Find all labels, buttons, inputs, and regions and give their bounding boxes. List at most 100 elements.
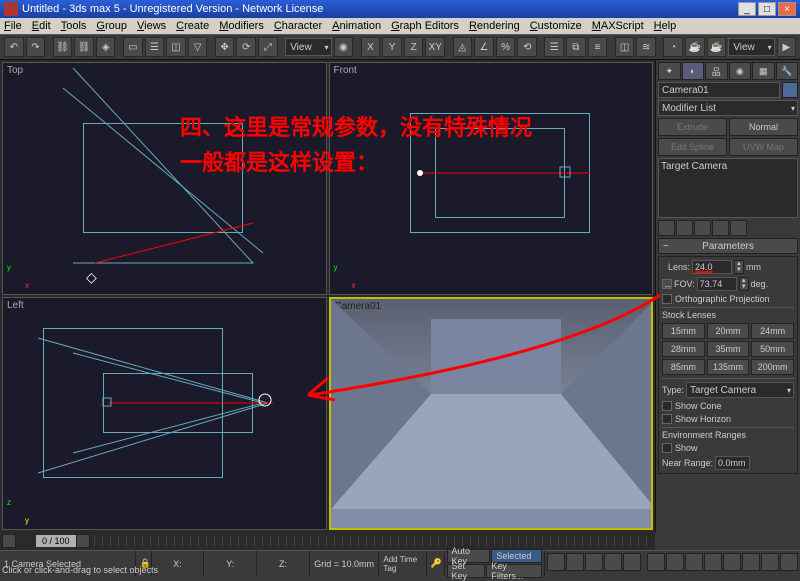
time-next-button[interactable] bbox=[76, 534, 90, 548]
menu-edit[interactable]: Edit bbox=[32, 20, 51, 32]
time-track[interactable] bbox=[94, 536, 651, 546]
render-last-button[interactable]: ▶ bbox=[777, 37, 797, 57]
percent-snap-button[interactable]: % bbox=[496, 37, 516, 57]
material-button[interactable]: ◔ bbox=[663, 37, 683, 57]
tab-create[interactable]: ✦ bbox=[658, 62, 681, 80]
menu-file[interactable]: File bbox=[4, 20, 22, 32]
ref-coord-dropdown[interactable]: View bbox=[285, 38, 331, 56]
x-coord[interactable]: X: bbox=[152, 551, 205, 576]
tab-modify[interactable]: ◐ bbox=[682, 62, 705, 80]
menu-help[interactable]: Help bbox=[654, 20, 677, 32]
menu-character[interactable]: Character bbox=[274, 20, 322, 32]
show-cone-checkbox[interactable]: Show Cone bbox=[662, 401, 794, 411]
z-coord[interactable]: Z: bbox=[257, 551, 310, 576]
tab-utilities[interactable]: 🔧 bbox=[776, 62, 799, 80]
region-zoom-button[interactable] bbox=[780, 553, 798, 571]
select-name-button[interactable]: ☰ bbox=[145, 37, 165, 57]
filter-button[interactable]: ▽ bbox=[188, 37, 208, 57]
object-name-field[interactable]: Camera01 bbox=[658, 82, 780, 98]
viewport-front[interactable]: Front y x bbox=[329, 62, 654, 295]
parameters-rollout-header[interactable]: −Parameters bbox=[658, 238, 798, 254]
min-max-button[interactable] bbox=[761, 553, 779, 571]
zoom-extents-button[interactable] bbox=[723, 553, 741, 571]
stack-item[interactable]: Target Camera bbox=[661, 161, 727, 172]
restrict-y-button[interactable]: Y bbox=[382, 37, 402, 57]
render-type-dropdown[interactable]: View bbox=[728, 38, 774, 56]
time-prev-button[interactable] bbox=[2, 534, 16, 548]
menu-customize[interactable]: Customize bbox=[530, 20, 582, 32]
quick-render-button[interactable]: ☕ bbox=[707, 37, 727, 57]
mirror-button[interactable]: ⧉ bbox=[566, 37, 586, 57]
lens-50-button[interactable]: 50mm bbox=[751, 341, 794, 357]
viewport-camera[interactable]: Camera01 bbox=[329, 297, 654, 530]
restrict-x-button[interactable]: X bbox=[361, 37, 381, 57]
link-button[interactable]: ⛓ bbox=[53, 37, 73, 57]
add-time-tag[interactable]: Add Time Tag bbox=[379, 551, 426, 576]
next-frame-button[interactable] bbox=[604, 553, 622, 571]
remove-mod-button[interactable] bbox=[712, 220, 729, 236]
menu-maxscript[interactable]: MAXScript bbox=[592, 20, 644, 32]
spinner-snap-button[interactable]: ⟲ bbox=[517, 37, 537, 57]
select-region-button[interactable]: ◫ bbox=[166, 37, 186, 57]
lens-24-button[interactable]: 24mm bbox=[751, 323, 794, 339]
align-button[interactable]: ≡ bbox=[588, 37, 608, 57]
zoom-all-button[interactable] bbox=[704, 553, 722, 571]
lens-20-button[interactable]: 20mm bbox=[707, 323, 750, 339]
pan-button[interactable] bbox=[647, 553, 665, 571]
modifier-list-dropdown[interactable]: Modifier List bbox=[658, 100, 798, 116]
restrict-z-button[interactable]: Z bbox=[404, 37, 424, 57]
modifier-stack[interactable]: Target Camera bbox=[658, 158, 798, 218]
lens-35-button[interactable]: 35mm bbox=[707, 341, 750, 357]
restrict-xy-button[interactable]: XY bbox=[425, 37, 445, 57]
render-scene-button[interactable]: ☕ bbox=[685, 37, 705, 57]
object-color-swatch[interactable] bbox=[782, 82, 798, 98]
key-icon[interactable]: 🔑 bbox=[427, 551, 445, 576]
snap-button[interactable]: ◬ bbox=[453, 37, 473, 57]
pin-stack-button[interactable] bbox=[658, 220, 675, 236]
tab-display[interactable]: ▦ bbox=[752, 62, 775, 80]
make-unique-button[interactable] bbox=[694, 220, 711, 236]
named-sel-button[interactable]: ☰ bbox=[544, 37, 564, 57]
angle-snap-button[interactable]: ∠ bbox=[474, 37, 494, 57]
goto-end-button[interactable] bbox=[623, 553, 641, 571]
near-range-spinner[interactable]: 0.0mm bbox=[715, 456, 750, 470]
menu-views[interactable]: Views bbox=[137, 20, 166, 32]
field-of-view-button[interactable] bbox=[742, 553, 760, 571]
menu-rendering[interactable]: Rendering bbox=[469, 20, 520, 32]
close-button[interactable]: × bbox=[778, 2, 796, 16]
edit-spline-button[interactable]: Edit Spline bbox=[658, 138, 727, 156]
prev-frame-button[interactable] bbox=[566, 553, 584, 571]
undo-button[interactable]: ↶ bbox=[4, 37, 24, 57]
lens-28-button[interactable]: 28mm bbox=[662, 341, 705, 357]
time-slider[interactable]: 0 / 100 bbox=[0, 532, 655, 550]
unlink-button[interactable]: ⛓ bbox=[74, 37, 94, 57]
menu-modifiers[interactable]: Modifiers bbox=[219, 20, 264, 32]
zoom-button[interactable] bbox=[685, 553, 703, 571]
lens-spin-buttons[interactable]: ▲▼ bbox=[734, 260, 744, 274]
menu-grapheditors[interactable]: Graph Editors bbox=[391, 20, 459, 32]
configure-button[interactable] bbox=[730, 220, 747, 236]
show-horizon-checkbox[interactable]: Show Horizon bbox=[662, 414, 794, 424]
scale-button[interactable]: ⤢ bbox=[258, 37, 278, 57]
camera-type-dropdown[interactable]: Target Camera bbox=[686, 382, 794, 398]
tab-hierarchy[interactable]: 品 bbox=[705, 62, 728, 80]
menu-tools[interactable]: Tools bbox=[61, 20, 87, 32]
lens-spinner[interactable]: 24.0 bbox=[692, 260, 732, 274]
show-result-button[interactable] bbox=[676, 220, 693, 236]
pivot-button[interactable]: ◉ bbox=[334, 37, 354, 57]
viewport-top[interactable]: Top ◇ y x bbox=[2, 62, 327, 295]
viewport-left[interactable]: Left z y bbox=[2, 297, 327, 530]
arc-rotate-button[interactable] bbox=[666, 553, 684, 571]
y-coord[interactable]: Y: bbox=[204, 551, 257, 576]
normal-button[interactable]: Normal bbox=[729, 118, 798, 136]
ortho-checkbox[interactable]: Orthographic Projection bbox=[662, 294, 794, 304]
time-slider-label[interactable]: 0 / 100 bbox=[36, 535, 76, 547]
select-button[interactable]: ▭ bbox=[123, 37, 143, 57]
fov-spinner[interactable]: 73.74 bbox=[697, 277, 737, 291]
goto-start-button[interactable] bbox=[547, 553, 565, 571]
extrude-button[interactable]: Extrude bbox=[658, 118, 727, 136]
move-button[interactable]: ✥ bbox=[215, 37, 235, 57]
fov-spin-buttons[interactable]: ▲▼ bbox=[739, 277, 749, 291]
minimize-button[interactable]: _ bbox=[738, 2, 756, 16]
menu-group[interactable]: Group bbox=[96, 20, 127, 32]
